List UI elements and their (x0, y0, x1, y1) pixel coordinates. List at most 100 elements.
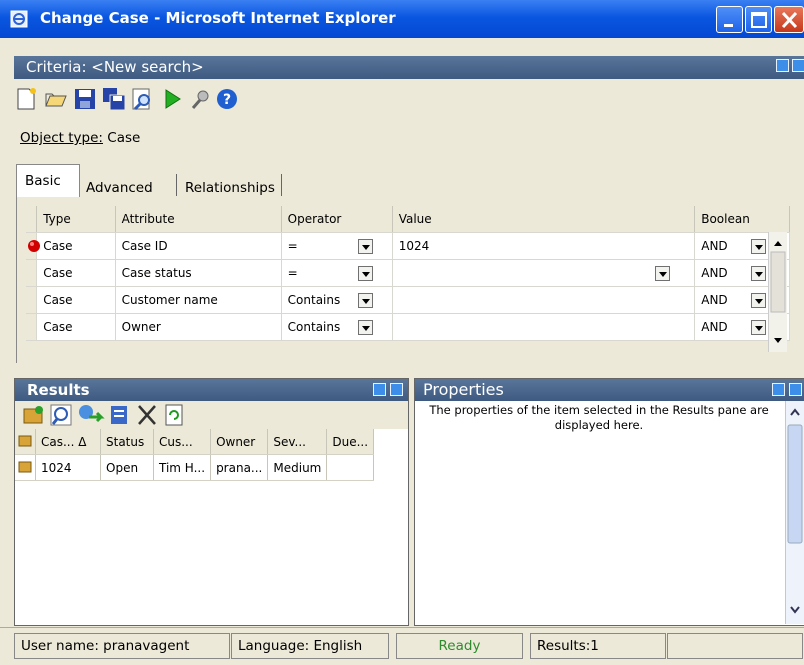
boolean-value: AND (701, 265, 728, 280)
value-text[interactable]: 1024 (399, 239, 430, 253)
value-dropdown-icon[interactable] (654, 265, 670, 281)
restore-pane-icon[interactable] (792, 59, 804, 72)
tab-advanced[interactable]: Advanced (86, 174, 153, 198)
cell-type: Case (36, 259, 116, 287)
grid-row[interactable]: Case Owner Contains AND (26, 313, 790, 341)
error-indicator-icon (28, 240, 40, 252)
new-icon[interactable] (14, 86, 40, 112)
clear-icon[interactable] (188, 86, 214, 112)
col-attribute[interactable]: Attribute (115, 206, 282, 233)
tab-relationships[interactable]: Relationships (176, 174, 282, 196)
col-case[interactable]: Cas... Δ (35, 429, 101, 455)
boolean-dropdown-icon[interactable] (751, 265, 767, 281)
grid-row[interactable]: Case Case ID = 1024 AND (26, 232, 790, 260)
boolean-value: AND (701, 292, 728, 307)
view-icon[interactable] (49, 403, 75, 427)
route-icon[interactable] (77, 403, 105, 427)
find-icon[interactable] (130, 86, 156, 112)
table-row[interactable]: 1024 Open Tim H... prana... Medium (15, 454, 375, 481)
cell-due (326, 454, 375, 481)
save-as-icon[interactable] (101, 86, 127, 112)
cell-attribute: Case ID (115, 232, 282, 260)
run-icon[interactable] (159, 86, 185, 112)
cell-owner: prana... (210, 454, 269, 481)
boolean-dropdown-icon[interactable] (751, 238, 767, 254)
cell-operator[interactable]: Contains (281, 313, 393, 341)
properties-scrollbar[interactable] (785, 401, 804, 624)
cell-type: Case (36, 232, 116, 260)
col-boolean[interactable]: Boolean (694, 206, 790, 233)
criteria-scrollbar[interactable] (768, 232, 787, 352)
cell-operator[interactable]: = (281, 259, 393, 287)
boolean-dropdown-icon[interactable] (751, 319, 767, 335)
row-indicator (26, 259, 38, 287)
col-due[interactable]: Due... (326, 429, 375, 455)
cell-attribute: Owner (115, 313, 282, 341)
operator-dropdown-icon[interactable] (357, 265, 373, 281)
cell-type: Case (36, 313, 116, 341)
close-button[interactable] (774, 6, 804, 33)
row-indicator (26, 313, 38, 341)
title-bar: Change Case - Microsoft Internet Explore… (0, 0, 804, 38)
results-restore-icon[interactable] (373, 383, 386, 396)
cell-operator[interactable]: = (281, 232, 393, 260)
col-value[interactable]: Value (392, 206, 696, 233)
tab-basic[interactable]: Basic (16, 164, 80, 198)
status-user: User name: pranavagent (14, 633, 230, 659)
cell-attribute: Customer name (115, 286, 282, 314)
col-type[interactable]: Type (36, 206, 116, 233)
open-item-icon[interactable] (21, 403, 47, 427)
cell-value[interactable] (392, 286, 696, 314)
object-type-value: Case (107, 130, 141, 146)
operator-dropdown-icon[interactable] (357, 319, 373, 335)
operator-dropdown-icon[interactable] (357, 292, 373, 308)
criteria-grid: Type Attribute Operator Value Boolean Ca… (26, 206, 790, 341)
main-window: Change Case - Microsoft Internet Explore… (0, 0, 804, 665)
refresh-icon[interactable] (163, 403, 185, 427)
open-icon[interactable] (43, 86, 69, 112)
results-toolbar (15, 401, 408, 429)
status-bar: User name: pranavagent Language: English… (0, 627, 804, 665)
cell-severity: Medium (267, 454, 328, 481)
properties-text: The properties of the item selected in t… (429, 403, 769, 432)
results-maximize-icon[interactable] (390, 383, 403, 396)
maximize-button[interactable] (745, 6, 772, 33)
row-indicator (26, 286, 38, 314)
object-type-label: Object type: (20, 130, 103, 146)
operator-dropdown-icon[interactable] (357, 238, 373, 254)
minimize-pane-icon[interactable] (776, 59, 789, 72)
report-icon[interactable] (107, 403, 133, 427)
case-icon (18, 461, 32, 473)
properties-restore-icon[interactable] (772, 383, 785, 396)
col-operator[interactable]: Operator (281, 206, 393, 233)
row-indicator (26, 232, 40, 260)
properties-maximize-icon[interactable] (789, 383, 802, 396)
col-status[interactable]: Status (100, 429, 154, 455)
boolean-dropdown-icon[interactable] (751, 292, 767, 308)
grid-corner (26, 206, 38, 233)
status-empty (667, 633, 803, 659)
cell-value[interactable] (392, 259, 696, 287)
results-grid: Cas... Δ Status Cus... Owner Sev... Due.… (15, 429, 375, 481)
ie-icon (10, 10, 28, 28)
grid-header-row: Type Attribute Operator Value Boolean (26, 206, 790, 233)
col-owner[interactable]: Owner (210, 429, 269, 455)
cell-value[interactable]: 1024 (392, 232, 696, 260)
criteria-header: Criteria: <New search> (14, 56, 804, 79)
save-icon[interactable] (72, 86, 98, 112)
minimize-button[interactable] (716, 6, 743, 33)
cell-status: Open (100, 454, 154, 481)
cell-attribute: Case status (115, 259, 282, 287)
cell-value[interactable] (392, 313, 696, 341)
col-customer[interactable]: Cus... (153, 429, 212, 455)
tab-relationships-label: Relationships (185, 180, 275, 196)
delete-icon[interactable] (135, 403, 161, 427)
grid-row[interactable]: Case Case status = AND (26, 259, 790, 287)
properties-header: Properties (415, 379, 804, 401)
grid-row[interactable]: Case Customer name Contains AND (26, 286, 790, 314)
col-severity[interactable]: Sev... (267, 429, 328, 455)
object-type-row: Object type: Case (20, 130, 140, 146)
cell-operator[interactable]: Contains (281, 286, 393, 314)
help-icon[interactable]: ? (214, 86, 240, 112)
results-type-col (15, 429, 36, 455)
